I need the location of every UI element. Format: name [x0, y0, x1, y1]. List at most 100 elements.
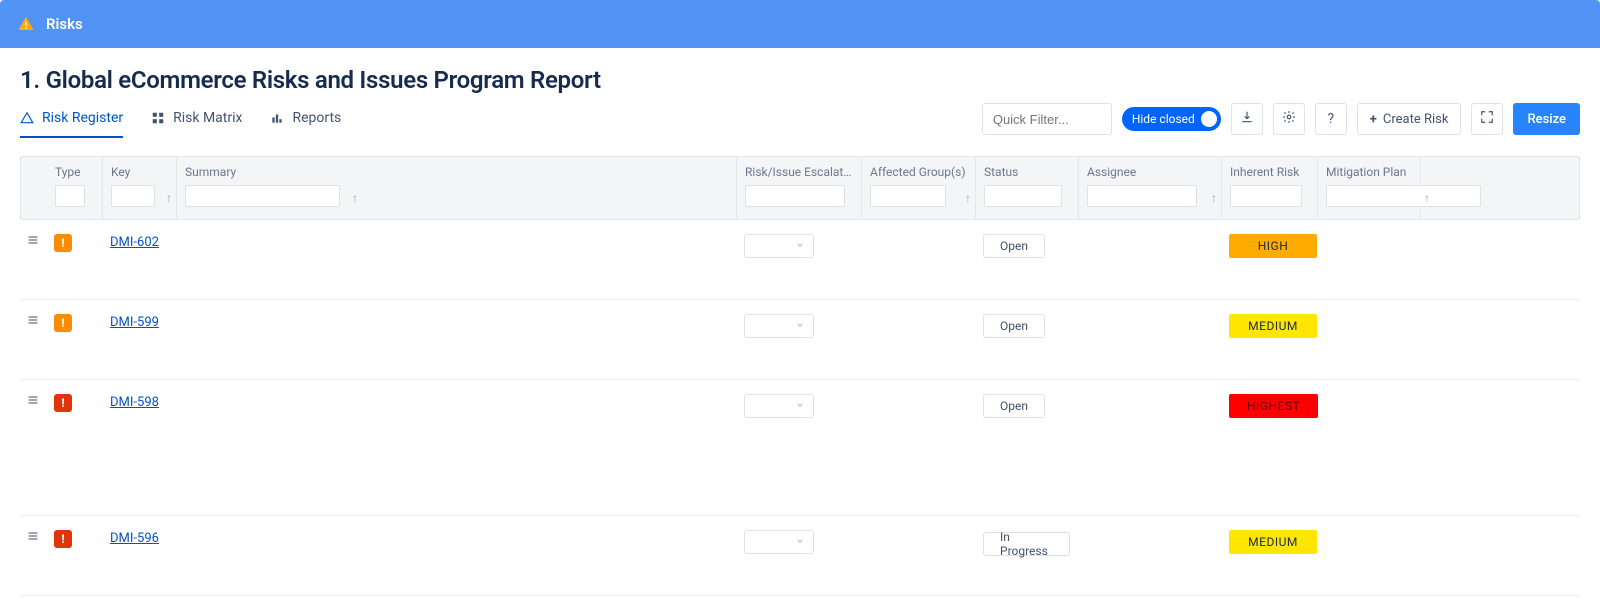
- cell-summary: [176, 516, 736, 595]
- filter-status[interactable]: [984, 185, 1062, 207]
- col-assignee: Assignee ↑: [1079, 157, 1222, 219]
- cell-affected: [861, 516, 975, 595]
- col-escalation: Risk/Issue Escalation Lev: [737, 157, 862, 219]
- panel-header: Risks: [0, 0, 1600, 48]
- cell-status: Open: [975, 300, 1078, 379]
- create-risk-label: Create Risk: [1383, 112, 1449, 127]
- tab-reports[interactable]: Reports: [270, 100, 341, 138]
- tab-risk-matrix[interactable]: Risk Matrix: [151, 100, 242, 138]
- create-risk-button[interactable]: + Create Risk: [1357, 103, 1462, 135]
- chevron-down-icon: [795, 535, 805, 550]
- drag-handle[interactable]: [20, 220, 46, 299]
- page-title: 1. Global eCommerce Risks and Issues Pro…: [0, 48, 1600, 100]
- escalation-select[interactable]: [744, 234, 814, 258]
- cell-inherent: MEDIUM: [1221, 300, 1317, 379]
- inherent-risk-badge: HIGH: [1229, 234, 1317, 258]
- inherent-risk-badge: MEDIUM: [1229, 314, 1317, 338]
- cell-type: !: [46, 380, 102, 515]
- hide-closed-toggle[interactable]: Hide closed: [1122, 107, 1221, 131]
- table-header: Type Key ↑ Summary ↑ Risk/Issue Escalati…: [20, 156, 1580, 220]
- sort-arrow-icon[interactable]: ↑: [1211, 191, 1217, 205]
- fullscreen-button[interactable]: [1471, 103, 1503, 135]
- plus-icon: +: [1370, 112, 1377, 127]
- filter-key[interactable]: [111, 185, 155, 207]
- cell-blank: [1420, 516, 1590, 595]
- drag-handle[interactable]: [20, 380, 46, 515]
- help-button[interactable]: ?: [1315, 103, 1347, 135]
- filter-type[interactable]: [55, 185, 85, 207]
- escalation-select[interactable]: [744, 394, 814, 418]
- cell-assignee: [1078, 380, 1221, 515]
- cell-assignee: [1078, 516, 1221, 595]
- col-summary: Summary ↑: [177, 157, 737, 219]
- panel-title: Risks: [46, 15, 83, 33]
- table-row: ! DMI-598 Open HIGHEST: [20, 380, 1580, 516]
- inherent-risk-badge: MEDIUM: [1229, 530, 1317, 554]
- table-row: ! DMI-596 In Progress MEDIUM: [20, 516, 1580, 596]
- col-drag: [21, 157, 47, 219]
- cell-key: DMI-602: [102, 220, 176, 299]
- col-affected: Affected Group(s) ↑: [862, 157, 976, 219]
- col-inherent: Inherent Risk: [1222, 157, 1318, 219]
- cell-key: DMI-599: [102, 300, 176, 379]
- cell-mitigation: [1317, 516, 1420, 595]
- cell-assignee: [1078, 220, 1221, 299]
- filter-inherent[interactable]: [1230, 185, 1302, 207]
- sort-arrow-icon[interactable]: ↑: [166, 191, 172, 205]
- filter-assignee[interactable]: [1087, 185, 1197, 207]
- cell-escalation: [736, 220, 861, 299]
- chevron-down-icon: [795, 319, 805, 334]
- tab-label: Reports: [292, 110, 341, 126]
- cell-assignee: [1078, 300, 1221, 379]
- tab-label: Risk Register: [42, 110, 123, 126]
- toggle-knob: [1201, 111, 1217, 127]
- cell-inherent: MEDIUM: [1221, 516, 1317, 595]
- drag-handle[interactable]: [20, 516, 46, 595]
- tab-risk-register[interactable]: Risk Register: [20, 100, 123, 138]
- tabs: Risk Register Risk Matrix Reports: [20, 100, 341, 138]
- cell-status: In Progress: [975, 516, 1078, 595]
- issue-key-link[interactable]: DMI-598: [110, 395, 159, 410]
- col-status: Status: [976, 157, 1079, 219]
- download-icon: [1240, 110, 1254, 128]
- filter-summary[interactable]: [185, 185, 340, 207]
- cell-affected: [861, 300, 975, 379]
- tab-label: Risk Matrix: [173, 110, 242, 126]
- sort-arrow-icon[interactable]: ↑: [965, 191, 971, 205]
- filter-affected[interactable]: [870, 185, 946, 207]
- cell-mitigation: [1317, 380, 1420, 515]
- table-row: ! DMI-599 Open MEDIUM: [20, 300, 1580, 380]
- escalation-select[interactable]: [744, 530, 814, 554]
- cell-inherent: HIGHEST: [1221, 380, 1317, 515]
- cell-blank: [1420, 380, 1590, 515]
- cell-type: !: [46, 516, 102, 595]
- col-mitigation: Mitigation Plan ↑: [1318, 157, 1421, 219]
- question-icon: ?: [1327, 111, 1334, 127]
- quick-filter-input[interactable]: [982, 103, 1112, 135]
- cell-status: Open: [975, 380, 1078, 515]
- issue-key-link[interactable]: DMI-596: [110, 531, 159, 546]
- cell-escalation: [736, 380, 861, 515]
- issue-key-link[interactable]: DMI-602: [110, 235, 159, 250]
- settings-button[interactable]: [1273, 103, 1305, 135]
- toggle-label: Hide closed: [1132, 112, 1195, 126]
- drag-handle[interactable]: [20, 300, 46, 379]
- sort-arrow-icon[interactable]: ↑: [352, 191, 358, 205]
- status-badge: Open: [983, 394, 1045, 418]
- cell-escalation: [736, 300, 861, 379]
- cell-mitigation: [1317, 300, 1420, 379]
- cell-blank: [1420, 300, 1590, 379]
- issue-key-link[interactable]: DMI-599: [110, 315, 159, 330]
- cell-summary: [176, 300, 736, 379]
- filter-escalation[interactable]: [745, 185, 845, 207]
- col-type: Type: [47, 157, 103, 219]
- export-button[interactable]: [1231, 103, 1263, 135]
- cell-summary: [176, 220, 736, 299]
- chevron-down-icon: [795, 239, 805, 254]
- cell-mitigation: [1317, 220, 1420, 299]
- escalation-select[interactable]: [744, 314, 814, 338]
- resize-button[interactable]: Resize: [1513, 103, 1580, 135]
- cell-type: !: [46, 300, 102, 379]
- cell-blank: [1420, 220, 1590, 299]
- inherent-risk-badge: HIGHEST: [1229, 394, 1318, 418]
